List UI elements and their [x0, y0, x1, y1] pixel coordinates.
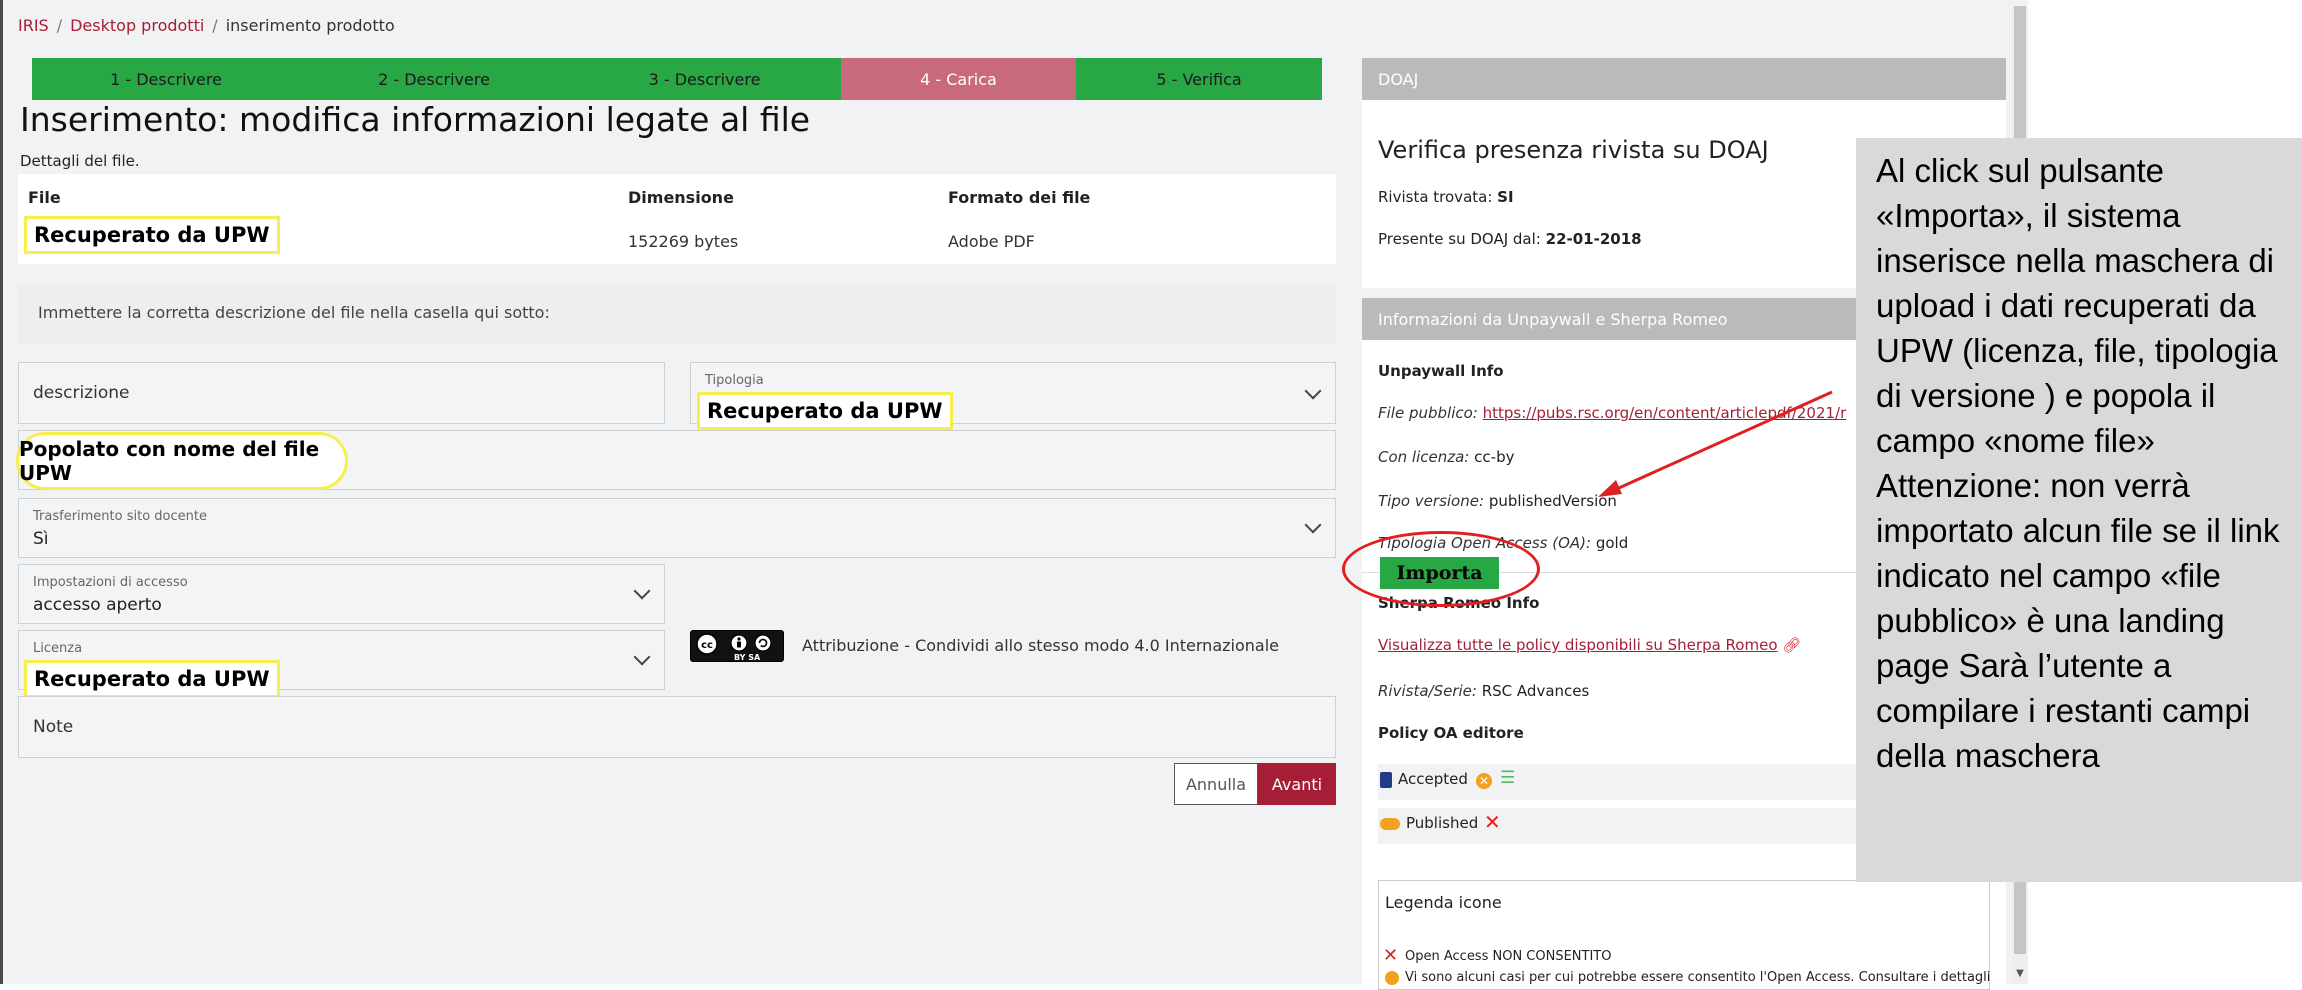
- step-3-tab[interactable]: 3 - Descrivere: [568, 58, 841, 100]
- public-file-label: File pubblico:: [1378, 404, 1478, 422]
- column-header-file: File: [28, 188, 61, 207]
- arrow-head: [1598, 480, 1622, 497]
- tipologia-value: Recuperato da UPW: [697, 392, 953, 430]
- legend-title: Legenda icone: [1385, 893, 1502, 912]
- journal-value: RSC Advances: [1481, 682, 1590, 700]
- access-settings-label: Impostazioni di accesso: [33, 575, 188, 590]
- tipologia-label: Tipologia: [705, 373, 764, 388]
- breadcrumb-separator: /: [56, 16, 63, 35]
- breadcrumb-current: inserimento prodotto: [225, 16, 395, 35]
- column-header-format: Formato dei file: [948, 188, 1091, 207]
- legend-item-1: Open Access NON CONSENTITO: [1405, 949, 1612, 964]
- unpaywall-licence-label: Con licenza:: [1378, 448, 1470, 466]
- description-input[interactable]: descrizione: [18, 362, 665, 424]
- licence-row: Con licenza: cc-by: [1378, 448, 1514, 466]
- doaj-title: Verifica presenza rivista su DOAJ: [1378, 136, 1769, 164]
- file-size-cell: 152269 bytes: [628, 232, 739, 251]
- instruction-text: Immettere la corretta descrizione del fi…: [38, 303, 550, 322]
- not-allowed-icon: ✕: [1484, 810, 1501, 834]
- callout-text: Al click sul pulsante «Importa», il sist…: [1876, 152, 2280, 774]
- icon-legend-box: Legenda icone ✕ Open Access NON CONSENTI…: [1378, 880, 1990, 990]
- doaj-found-label: Rivista trovata:: [1378, 188, 1493, 206]
- note-placeholder: Note: [33, 717, 74, 737]
- not-allowed-icon: ✕: [1383, 945, 1399, 966]
- instruction-panel: Immettere la corretta descrizione del fi…: [18, 284, 1336, 344]
- page-title: Inserimento: modifica informazioni legat…: [20, 100, 811, 139]
- annotation-arrow: [1598, 390, 1833, 497]
- doaj-since-label: Presente su DOAJ dal:: [1378, 230, 1541, 248]
- journal-row: Rivista/Serie: RSC Advances: [1378, 682, 1589, 700]
- cancel-button[interactable]: Annulla: [1174, 763, 1258, 805]
- access-settings-value: accesso aperto: [33, 595, 162, 615]
- file-table: File Dimensione Formato dei file Recuper…: [18, 174, 1336, 264]
- cloud-icon: [1380, 818, 1400, 830]
- unpaywall-licence-value: cc-by: [1474, 448, 1515, 466]
- step-5-tab[interactable]: 5 - Verifica: [1076, 58, 1322, 100]
- scroll-down-icon[interactable]: ▼: [2014, 968, 2026, 979]
- licence-label: Licenza: [33, 641, 83, 656]
- trasferimento-label: Trasferimento sito docente: [33, 509, 207, 524]
- chevron-down-icon: [633, 582, 651, 600]
- unpaywall-title: Unpaywall Info: [1378, 362, 1504, 380]
- breadcrumb-separator: /: [212, 16, 218, 35]
- chevron-down-icon: [1304, 382, 1322, 400]
- breadcrumb: IRIS / Desktop prodotti / inserimento prodot…: [18, 16, 395, 35]
- version-row: Tipo versione: publishedVersion: [1378, 492, 1617, 510]
- cc-badge-caption: BY SA: [734, 653, 761, 662]
- licence-value: Recuperato da UPW: [24, 660, 280, 698]
- breadcrumb-root-link[interactable]: IRIS: [18, 16, 49, 35]
- annotation-ellipse: [1342, 531, 1540, 607]
- annotation-callout: Al click sul pulsante «Importa», il sist…: [1856, 138, 2302, 882]
- description-placeholder: descrizione: [33, 383, 130, 403]
- journal-label: Rivista/Serie:: [1378, 682, 1477, 700]
- chevron-down-icon: [633, 648, 651, 666]
- file-format-cell: Adobe PDF: [948, 232, 1035, 251]
- column-header-size: Dimensione: [628, 188, 734, 207]
- trasferimento-select[interactable]: Trasferimento sito docente Sì: [18, 498, 1336, 558]
- file-name-cell: Recuperato da UPW: [24, 216, 280, 254]
- oa-type-value: gold: [1595, 534, 1629, 552]
- next-button[interactable]: Avanti: [1258, 763, 1336, 805]
- warning-icon: ✕: [1476, 773, 1492, 789]
- doaj-since-value: 22-01-2018: [1545, 230, 1642, 248]
- arrow-shaft: [1609, 390, 1833, 494]
- access-settings-select[interactable]: Impostazioni di accesso accesso aperto: [18, 564, 665, 624]
- warning-icon: [1385, 971, 1399, 985]
- chevron-down-icon: [1304, 516, 1322, 534]
- doaj-since-row: Presente su DOAJ dal: 22-01-2018: [1378, 230, 1642, 248]
- list-icon: ☰: [1500, 768, 1516, 788]
- doaj-found-value: SI: [1497, 188, 1514, 206]
- step-4-tab[interactable]: 4 - Carica: [841, 58, 1076, 100]
- clipboard-icon: [1380, 772, 1392, 788]
- filename-value: Popolato con nome del file UPW: [16, 432, 348, 490]
- doaj-panel-header: DOAJ: [1362, 58, 2006, 100]
- step-2-tab[interactable]: 2 - Descrivere: [300, 58, 568, 100]
- policy-accepted-label: Accepted: [1398, 770, 1468, 788]
- sherpa-policies-link[interactable]: Visualizza tutte le policy disponibili s…: [1378, 636, 1778, 654]
- licence-description: Attribuzione - Condividi allo stesso mod…: [802, 636, 1279, 655]
- external-link-icon: 🔗︎: [1782, 636, 1802, 654]
- policy-title: Policy OA editore: [1378, 724, 1524, 742]
- svg-text:cc: cc: [701, 640, 713, 651]
- doaj-found-row: Rivista trovata: SI: [1378, 188, 1514, 206]
- step-1-tab[interactable]: 1 - Descrivere: [32, 58, 300, 100]
- note-textarea[interactable]: Note: [18, 696, 1336, 758]
- trasferimento-value: Sì: [33, 529, 49, 549]
- page-subtitle: Dettagli del file.: [20, 152, 140, 170]
- breadcrumb-desktop-link[interactable]: Desktop prodotti: [70, 16, 204, 35]
- version-label: Tipo versione:: [1378, 492, 1485, 510]
- sherpa-link-row: Visualizza tutte le policy disponibili s…: [1378, 636, 1801, 654]
- policy-published-label: Published: [1406, 814, 1479, 832]
- legend-item-2: Vi sono alcuni casi per cui potrebbe ess…: [1405, 970, 1991, 985]
